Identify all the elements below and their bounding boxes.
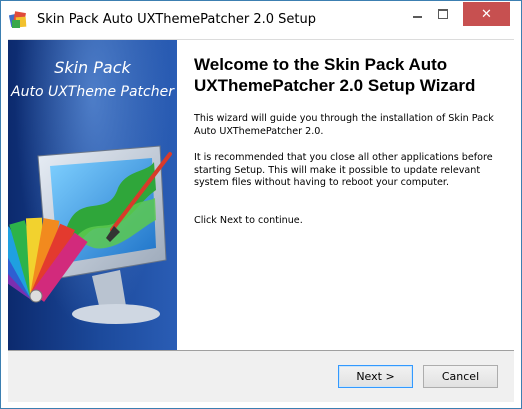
maximize-icon: [438, 9, 448, 19]
monitor-palette-artwork: [8, 145, 172, 324]
side-banner: Skin Pack Auto UXTheme Patcher: [8, 40, 177, 351]
banner-title-line1: Skin Pack: [54, 58, 131, 77]
welcome-heading: Welcome to the Skin Pack Auto UXThemePat…: [194, 55, 476, 95]
intro-paragraph: This wizard will guide you through the i…: [194, 113, 494, 137]
cancel-button[interactable]: Cancel: [423, 365, 498, 388]
close-icon: ✕: [481, 6, 492, 22]
wizard-content: Skin Pack Auto UXTheme Patcher Welcome t…: [8, 39, 514, 351]
installer-window: Skin Pack Auto UXThemePatcher 2.0 Setup …: [0, 0, 522, 409]
minimize-icon: [412, 16, 422, 18]
window-title: Skin Pack Auto UXThemePatcher 2.0 Setup: [37, 12, 316, 27]
title-bar[interactable]: Skin Pack Auto UXThemePatcher 2.0 Setup …: [1, 1, 521, 39]
installer-app-icon: [9, 11, 27, 28]
banner-title-line2: Auto UXTheme Patcher: [11, 84, 174, 100]
continue-instruction: Click Next to continue.: [194, 215, 303, 226]
close-button[interactable]: ✕: [463, 2, 510, 26]
minimize-button[interactable]: [404, 2, 430, 26]
recommendation-paragraph: It is recommended that you close all oth…: [194, 152, 493, 188]
next-button[interactable]: Next >: [338, 365, 413, 388]
maximize-button[interactable]: [430, 2, 456, 26]
